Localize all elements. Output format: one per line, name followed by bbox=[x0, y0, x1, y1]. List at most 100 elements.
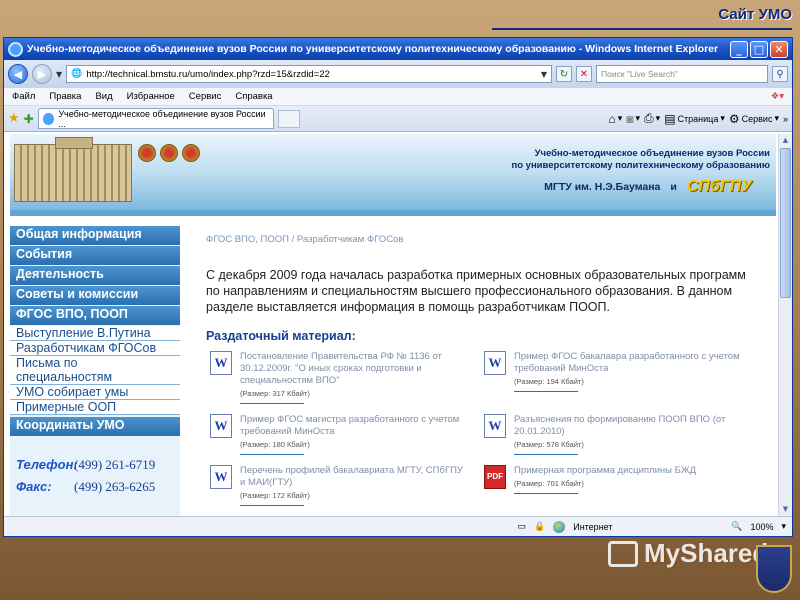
zoom-icon[interactable]: 🔍 bbox=[731, 521, 742, 532]
nav-councils[interactable]: Советы и комиссии bbox=[10, 286, 180, 305]
banner-line-1: Учебно-методическое объединение вузов Ро… bbox=[534, 148, 770, 159]
document-title[interactable]: Пример ФГОС бакалавра разработанного с у… bbox=[514, 351, 740, 374]
banner-and: и bbox=[670, 181, 677, 193]
document-title[interactable]: Постановление Правительства РФ № 1136 от… bbox=[240, 351, 442, 386]
nav-activity[interactable]: Деятельность bbox=[10, 266, 180, 285]
forward-button[interactable]: ▶ bbox=[32, 64, 52, 84]
vertical-scrollbar[interactable]: ▲ ▼ bbox=[778, 134, 792, 516]
zoom-dropdown-icon[interactable]: ▾ bbox=[781, 521, 786, 532]
tools-menu[interactable]: ⚙ Сервис ▾ bbox=[729, 112, 779, 126]
document-size: (Размер: 317 Кбайт) bbox=[240, 389, 310, 398]
document-title[interactable]: Примерная программа дисциплины БЖД bbox=[514, 465, 696, 476]
document-size: (Размер: 194 Кбайт) bbox=[514, 377, 584, 386]
nav-general-info[interactable]: Общая информация bbox=[10, 226, 180, 245]
status-bar: ▭ 🔒 Интернет 🔍 100% ▾ bbox=[4, 516, 792, 536]
banner-universities: МГТУ им. Н.Э.Баумана и СПбГПУ bbox=[544, 178, 752, 196]
chevron-more-icon[interactable]: » bbox=[783, 114, 788, 124]
maximize-button[interactable]: □ bbox=[750, 40, 768, 58]
nav-coordinates[interactable]: Координаты УМО bbox=[10, 417, 180, 436]
nav-sub-fgos-developers[interactable]: Разработчикам ФГОСов bbox=[10, 341, 180, 356]
page-favicon-icon: 🌐 bbox=[71, 69, 83, 79]
url-dropdown-icon[interactable]: ▼ bbox=[541, 70, 547, 79]
web-page: Учебно-методическое объединение вузов Ро… bbox=[4, 134, 780, 516]
menu-tools[interactable]: Сервис bbox=[189, 91, 222, 102]
print-button[interactable]: ⎙ ▾ bbox=[644, 111, 660, 126]
document-title[interactable]: Пример ФГОС магистра разработанного с уч… bbox=[240, 414, 459, 437]
watermark-text: MyShared bbox=[644, 538, 769, 568]
scroll-thumb[interactable] bbox=[780, 148, 791, 298]
window-title: Учебно-методическое объединение вузов Ро… bbox=[27, 43, 719, 55]
document-item[interactable]: W Пример ФГОС магистра разработанного с … bbox=[210, 414, 470, 455]
nav-fgos[interactable]: ФГОС ВПО, ПООП bbox=[10, 306, 180, 325]
document-underline bbox=[240, 454, 304, 455]
menu-edit[interactable]: Правка bbox=[49, 91, 81, 102]
rss-icon: ◙ bbox=[626, 111, 634, 126]
page-menu[interactable]: ▤ Страница ▾ bbox=[664, 112, 725, 126]
refresh-icon[interactable]: ↻ bbox=[556, 66, 572, 82]
url-text[interactable]: http://technical.bmstu.ru/umo/index.php?… bbox=[86, 69, 536, 80]
new-tab-button[interactable] bbox=[277, 109, 300, 128]
back-button[interactable]: ◀ bbox=[8, 64, 28, 84]
menu-favorites[interactable]: Избранное bbox=[127, 91, 175, 102]
address-bar: ◀ ▶ ▼ 🌐 http://technical.bmstu.ru/umo/in… bbox=[4, 60, 792, 88]
tab-favicon-icon bbox=[42, 112, 55, 125]
nav-sub-sample-oop[interactable]: Примерные ООП bbox=[10, 400, 180, 415]
close-button[interactable]: ✕ bbox=[770, 40, 788, 58]
watermark-logo-icon bbox=[608, 540, 638, 567]
document-item[interactable]: W Разъяснения по формированию ПООП ВПО (… bbox=[484, 414, 744, 455]
print-icon: ⎙ bbox=[644, 111, 654, 125]
title-bar: Учебно-методическое объединение вузов Ро… bbox=[4, 38, 792, 60]
history-dropdown-icon[interactable]: ▼ bbox=[56, 70, 62, 79]
word-document-icon: W bbox=[484, 414, 506, 438]
add-favorites-icon[interactable]: ✚ bbox=[24, 112, 34, 126]
menu-file[interactable]: Файл bbox=[12, 91, 35, 102]
document-underline bbox=[240, 505, 304, 506]
document-item[interactable]: W Постановление Правительства РФ № 1136 … bbox=[210, 351, 470, 404]
search-input[interactable]: Поиск "Live Search" bbox=[596, 65, 768, 83]
document-item[interactable]: W Перечень профилей бакалавриата МГТУ, С… bbox=[210, 465, 470, 506]
document-item[interactable]: W Пример ФГОС бакалавра разработанного с… bbox=[484, 351, 744, 392]
stop-icon[interactable]: ✕ bbox=[576, 66, 592, 82]
url-field[interactable]: 🌐 http://technical.bmstu.ru/umo/index.ph… bbox=[66, 65, 552, 83]
tools-menu-label: Сервис bbox=[741, 113, 773, 124]
feeds-button[interactable]: ◙ ▾ bbox=[626, 112, 640, 126]
order-emblem-icon bbox=[160, 144, 178, 162]
minimize-button[interactable]: _ bbox=[730, 40, 748, 58]
search-icon[interactable]: ⚲ bbox=[772, 66, 788, 82]
menu-view[interactable]: Вид bbox=[95, 91, 112, 102]
zone-label: Интернет bbox=[573, 521, 613, 532]
home-icon: ⌂ bbox=[608, 111, 616, 126]
contacts-block: Телефон:(499) 261-6719 Факс: (499) 263-62… bbox=[10, 454, 180, 498]
favorites-star-icon[interactable]: ★ bbox=[8, 111, 20, 126]
document-title[interactable]: Перечень профилей бакалавриата МГТУ, СПб… bbox=[240, 465, 463, 488]
scroll-down-icon[interactable]: ▼ bbox=[779, 503, 792, 516]
fax-label: Факс: bbox=[16, 479, 52, 494]
nav-sub-letters[interactable]: Письма по специальностям bbox=[10, 356, 180, 385]
nav-events[interactable]: События bbox=[10, 246, 180, 265]
zoom-level[interactable]: 100% bbox=[750, 522, 773, 532]
menu-help[interactable]: Справка bbox=[235, 91, 272, 102]
ie-logo-icon bbox=[8, 41, 23, 57]
nav-sub-umo-minds[interactable]: УМО собирает умы bbox=[10, 385, 180, 400]
document-underline bbox=[514, 391, 578, 392]
phone-row: Телефон:(499) 261-6719 bbox=[16, 454, 174, 476]
orders-emblems bbox=[138, 144, 200, 162]
home-button[interactable]: ⌂ ▾ bbox=[608, 112, 622, 126]
document-title[interactable]: Разъяснения по формированию ПООП ВПО (от… bbox=[514, 414, 725, 437]
tab-umo[interactable]: Учебно-методическое объединение вузов Ро… bbox=[37, 108, 274, 129]
page-menu-label: Страница bbox=[677, 113, 719, 124]
document-item[interactable]: PDF Примерная программа дисциплины БЖД (Р… bbox=[484, 465, 744, 494]
order-emblem-icon bbox=[138, 144, 156, 162]
scroll-up-icon[interactable]: ▲ bbox=[779, 134, 792, 147]
menu-bar: Файл Правка Вид Избранное Сервис Справка… bbox=[4, 88, 792, 106]
banner-line-2: по университетскому политехническому обр… bbox=[511, 160, 770, 171]
breadcrumb[interactable]: ФГОС ВПО, ПООП / Разработчикам ФГОСов bbox=[186, 228, 768, 245]
live-toolbar-icon[interactable]: ❖▾ bbox=[771, 91, 784, 102]
gear-icon: ⚙ bbox=[728, 111, 740, 126]
nav-sub-putin[interactable]: Выступление В.Путина bbox=[10, 326, 180, 341]
handout-heading: Раздаточный материал: bbox=[206, 329, 356, 343]
university-building-image bbox=[14, 137, 132, 202]
banner-bmstu: МГТУ им. Н.Э.Баумана bbox=[544, 181, 661, 193]
university-emblem-icon bbox=[756, 545, 792, 593]
fax-value: (499) 263-6265 bbox=[74, 479, 156, 494]
